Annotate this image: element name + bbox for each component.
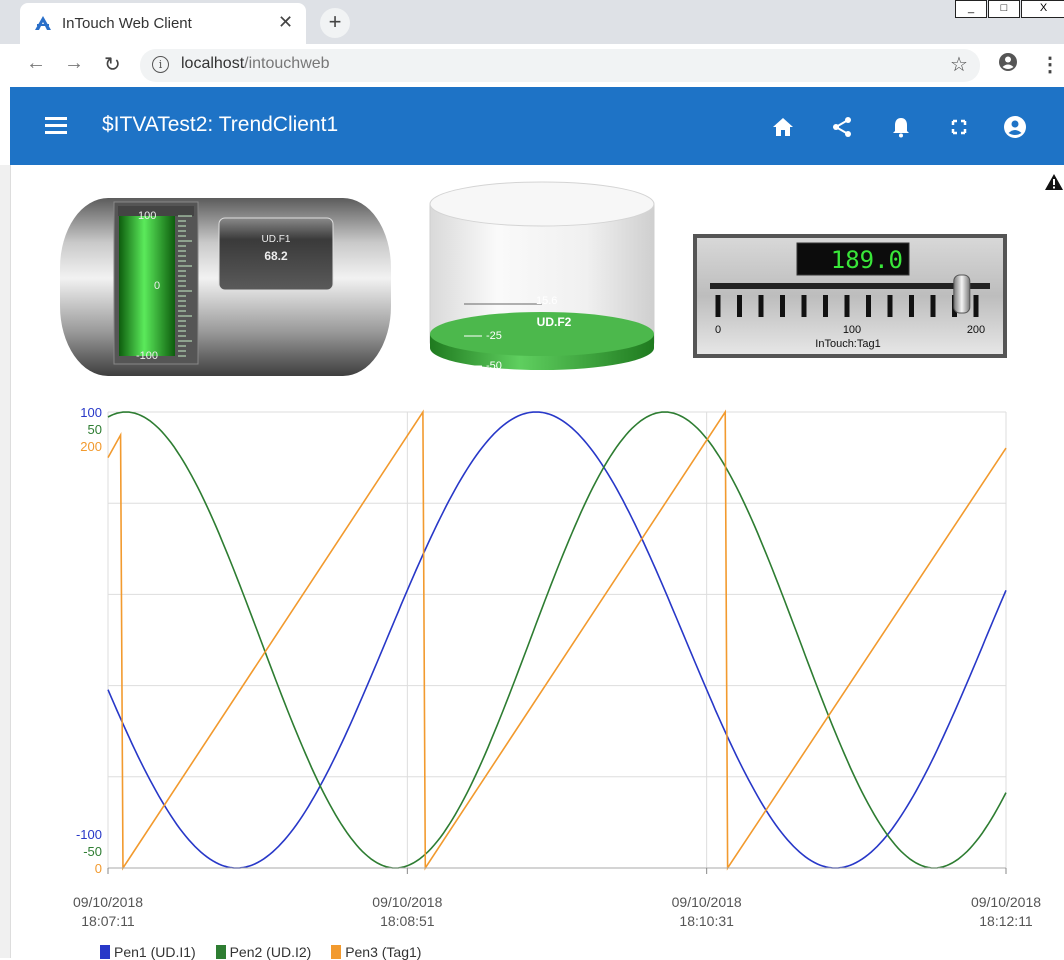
slider-tick: [780, 295, 785, 317]
legend-swatch: [331, 945, 342, 959]
page-title: $ITVATest2: TrendClient1: [102, 113, 339, 136]
slider-knob[interactable]: [953, 274, 971, 314]
slider-tick: [801, 295, 807, 317]
slider-min-label: 0: [715, 324, 721, 336]
slider-tick: [823, 295, 828, 317]
bookmark-star-icon[interactable]: ☆: [950, 52, 968, 77]
series-line-pen3[interactable]: [107, 409, 1007, 871]
browser-tab[interactable]: InTouch Web Client ✕: [20, 3, 306, 44]
tank-scale-mid: 0: [154, 280, 160, 292]
slider-tick: [909, 295, 914, 317]
slider-tick: [930, 295, 936, 317]
minimize-button[interactable]: _: [955, 0, 987, 18]
x-tick-time: 18:12:11: [979, 913, 1033, 929]
account-icon[interactable]: [1003, 115, 1027, 139]
series-line-pen1[interactable]: [107, 411, 1007, 869]
x-tick-date: 09/10/2018: [372, 894, 442, 910]
tab-close-icon[interactable]: ✕: [278, 12, 293, 33]
info-icon[interactable]: i: [152, 56, 169, 73]
horizontal-tank-gauge[interactable]: 100 0 -100 UD.F1 68.2: [58, 190, 393, 378]
cylinder-tank-gauge[interactable]: 15.6 -25 -50 UD.F2: [424, 176, 664, 378]
browser-tab-title: InTouch Web Client: [62, 15, 192, 32]
y-axis-bottom-label: -50: [83, 844, 102, 859]
y-axis-bottom-label: -100: [76, 827, 102, 842]
app-header: $ITVATest2: TrendClient1: [10, 87, 1064, 165]
slider-control[interactable]: 189.0 0 100 200 InTouch:Tag1: [692, 233, 1008, 359]
trend-chart[interactable]: 100 -100 50 -50 200 0 09/10/2018 18:07:11 09/10/…: [60, 400, 1064, 942]
url-text[interactable]: localhost/intouchweb: [181, 55, 330, 73]
tank-value: 68.2: [264, 249, 288, 263]
legend-swatch: [100, 945, 110, 959]
forward-arrow-icon[interactable]: →: [64, 52, 84, 75]
slider-tag-label: InTouch:Tag1: [815, 338, 880, 350]
page-left-edge: [0, 165, 11, 958]
y-axis-top-label: 50: [88, 422, 102, 437]
x-tick-time: 18:08:51: [380, 913, 435, 929]
bell-icon[interactable]: [889, 115, 913, 139]
tank-scale-top: 100: [138, 210, 156, 222]
x-tick-date: 09/10/2018: [672, 894, 742, 910]
maximize-button[interactable]: □: [988, 0, 1020, 18]
x-tick-time: 18:10:31: [679, 913, 734, 929]
new-tab-button[interactable]: +: [320, 8, 350, 38]
y-axis-bottom-label: 0: [95, 861, 102, 876]
slider-max-label: 200: [967, 324, 985, 336]
x-tick-date: 09/10/2018: [73, 894, 143, 910]
tank-tag-label: UD.F1: [262, 234, 291, 245]
slider-mid-label: 100: [843, 324, 861, 336]
profile-icon[interactable]: [998, 52, 1018, 72]
y-axis-top-label: 100: [80, 405, 102, 420]
cylinder-tag-label: UD.F2: [537, 315, 572, 329]
tank-scale-bottom: -100: [136, 350, 158, 362]
warning-icon[interactable]: [1044, 172, 1064, 192]
x-tick-date: 09/10/2018: [971, 894, 1041, 910]
y-axis-top-label: 200: [80, 439, 102, 454]
home-icon[interactable]: [771, 115, 795, 139]
browser-tab-strip: InTouch Web Client ✕ + _ □ X: [0, 0, 1064, 44]
close-window-button[interactable]: X: [1021, 0, 1064, 18]
intouch-logo-icon: [35, 16, 51, 30]
reload-icon[interactable]: ↻: [104, 52, 121, 77]
slider-tick: [715, 295, 721, 317]
cylinder-scale-mid: -25: [486, 330, 502, 342]
slider-tick: [973, 295, 979, 317]
cylinder-scale-bottom: -50: [486, 360, 502, 372]
series-line-pen2[interactable]: [107, 411, 1007, 869]
slider-readout: 189.0: [831, 246, 903, 274]
slider-tick: [758, 295, 764, 317]
legend-swatch: [215, 945, 226, 959]
slider-tick: [887, 295, 893, 317]
browser-menu-icon[interactable]: ⋮: [1040, 52, 1060, 77]
slider-tick: [866, 295, 871, 317]
share-icon[interactable]: [830, 115, 854, 139]
back-arrow-icon[interactable]: ←: [26, 52, 46, 75]
cylinder-scale-top: 15.6: [536, 295, 557, 307]
slider-tick: [844, 295, 850, 317]
x-tick-time: 18:07:11: [81, 913, 135, 929]
fullscreen-icon[interactable]: [947, 115, 971, 139]
hamburger-menu-icon[interactable]: [45, 117, 67, 135]
chart-grid: [107, 411, 1007, 869]
slider-tick: [737, 295, 742, 317]
